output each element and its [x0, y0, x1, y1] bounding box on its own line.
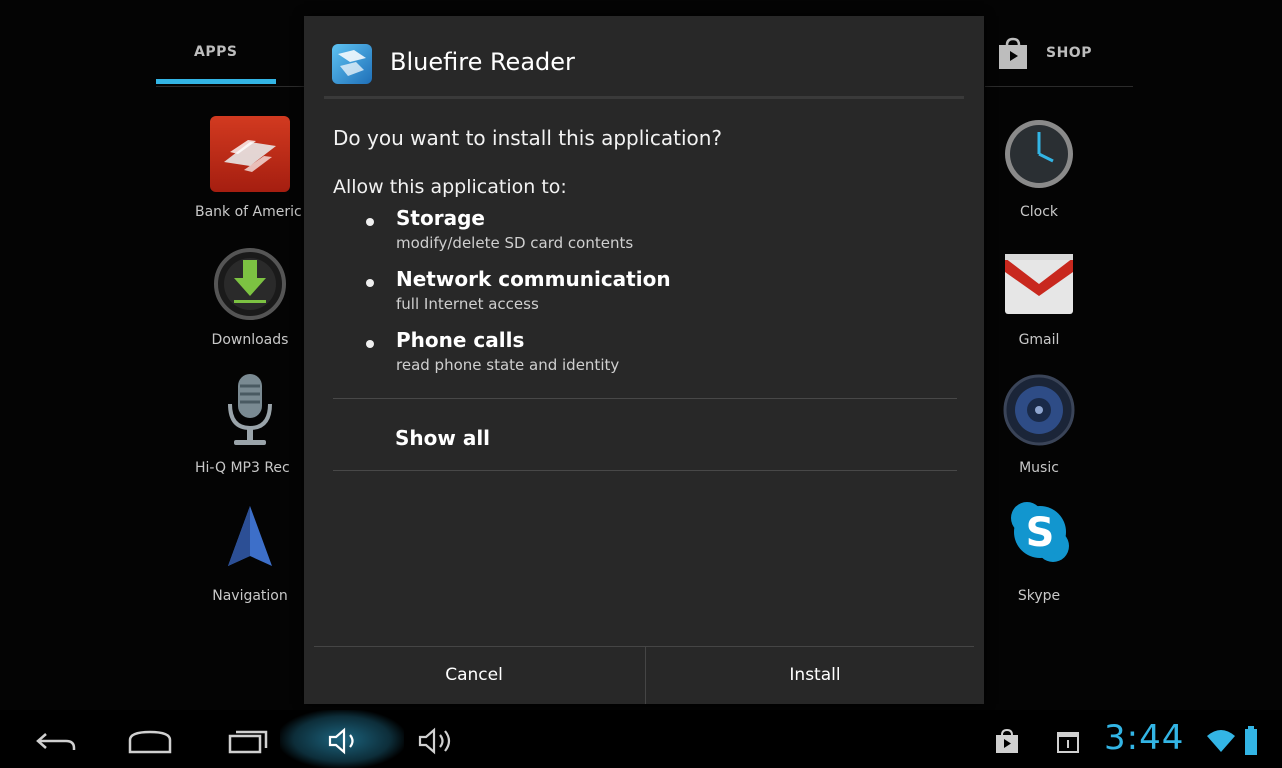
permission-title: Storage: [396, 206, 485, 230]
bullet: [366, 340, 374, 348]
navigation-arrow-icon: [228, 506, 272, 566]
permission-desc: modify/delete SD card contents: [396, 234, 634, 252]
install-question: Do you want to install this application?: [333, 126, 723, 150]
permission-title: Phone calls: [396, 328, 525, 352]
home-icon[interactable]: [126, 726, 174, 756]
microphone-icon: [228, 374, 272, 445]
dialog-header: Bluefire Reader: [304, 16, 984, 99]
divider: [333, 398, 957, 399]
tab-divider: [985, 86, 1133, 87]
download-icon: [214, 248, 286, 320]
permission-desc: read phone state and identity: [396, 356, 620, 374]
system-navigation-bar: 3:44: [0, 710, 1282, 768]
tab-divider: [156, 86, 306, 87]
shopping-bag-icon: [999, 37, 1027, 69]
bullet: [366, 279, 374, 287]
bank-of-america-icon: [210, 116, 290, 192]
title-divider: [324, 96, 964, 99]
status-clock: 3:44: [1104, 718, 1185, 758]
gmail-icon: [1005, 254, 1073, 314]
speaker-icon: [1003, 374, 1075, 446]
permission-title: Network communication: [396, 267, 671, 291]
volume-down-icon[interactable]: [320, 726, 368, 756]
shopping-bag-icon: [996, 728, 1018, 753]
tab-shop[interactable]: SHOP: [996, 36, 1126, 76]
bullet: [366, 218, 374, 226]
permission-desc: full Internet access: [396, 295, 539, 313]
tab-apps-label: APPS: [194, 44, 238, 60]
skype-icon: S: [1011, 502, 1069, 562]
tab-shop-label: SHOP: [1046, 45, 1092, 61]
cancel-button[interactable]: Cancel: [304, 647, 644, 704]
dialog-title: Bluefire Reader: [390, 48, 575, 76]
clock-icon: [1005, 120, 1073, 188]
battery-icon: [1245, 726, 1257, 755]
recent-apps-icon[interactable]: [224, 726, 272, 756]
show-all-button[interactable]: Show all: [395, 426, 490, 450]
permissions-heading: Allow this application to:: [333, 176, 567, 198]
tab-selected-indicator: [156, 79, 276, 84]
volume-up-icon[interactable]: [412, 726, 460, 756]
install-dialog: Bluefire Reader Do you want to install t…: [304, 16, 984, 704]
permission-item: Phone calls read phone state and identit…: [366, 328, 926, 384]
divider: [333, 470, 957, 471]
svg-text:S: S: [1026, 510, 1055, 556]
permission-item: Network communication full Internet acce…: [366, 267, 926, 323]
android-screen: APPS SHOP Bank of Americ Downloads Hi-Q …: [0, 0, 1282, 768]
tab-apps[interactable]: APPS: [156, 28, 276, 84]
permission-item: Storage modify/delete SD card contents: [366, 206, 926, 262]
wifi-icon: [1207, 730, 1235, 752]
bluefire-reader-icon: [332, 44, 372, 84]
install-button[interactable]: Install: [645, 647, 985, 704]
calendar-icon: [1057, 732, 1079, 753]
back-icon[interactable]: [32, 726, 80, 756]
